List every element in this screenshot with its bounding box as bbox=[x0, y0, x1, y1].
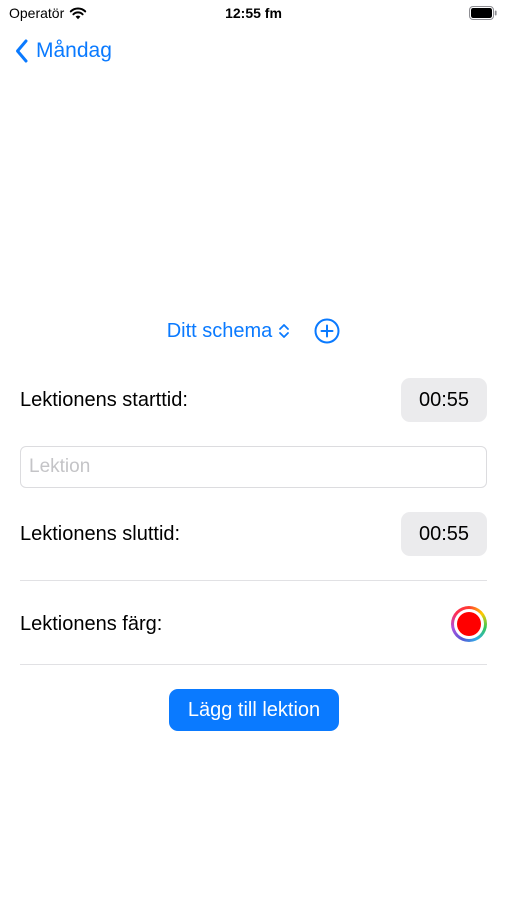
end-time-picker[interactable]: 00:55 bbox=[401, 512, 487, 556]
end-time-label: Lektionens sluttid: bbox=[20, 522, 181, 545]
status-time: 12:55 fm bbox=[225, 5, 282, 21]
color-label: Lektionens färg: bbox=[20, 612, 163, 635]
divider bbox=[20, 664, 487, 665]
color-swatch bbox=[457, 612, 481, 636]
color-row: Lektionens färg: bbox=[20, 604, 487, 644]
schedule-picker-label: Ditt schema bbox=[166, 319, 273, 342]
add-lesson-button[interactable]: Lägg till lektion bbox=[169, 689, 339, 731]
status-bar: Operatör 12:55 fm bbox=[0, 0, 507, 28]
back-button[interactable]: Måndag bbox=[14, 38, 112, 64]
end-time-row: Lektionens sluttid: 00:55 bbox=[20, 512, 487, 556]
battery-icon bbox=[469, 6, 497, 20]
start-time-row: Lektionens starttid: 00:55 bbox=[20, 378, 487, 422]
start-time-label: Lektionens starttid: bbox=[20, 388, 188, 411]
chevron-left-icon bbox=[16, 39, 28, 63]
color-picker[interactable] bbox=[451, 606, 487, 642]
color-picker-ring bbox=[454, 609, 484, 639]
schedule-selector-row: Ditt schema bbox=[0, 318, 507, 344]
divider bbox=[20, 580, 487, 581]
schedule-picker[interactable]: Ditt schema bbox=[167, 320, 291, 343]
back-button-label: Måndag bbox=[36, 39, 112, 62]
lesson-name-input[interactable] bbox=[20, 446, 487, 488]
start-time-picker[interactable]: 00:55 bbox=[401, 378, 487, 422]
add-circle-icon[interactable] bbox=[314, 318, 340, 344]
updown-icon bbox=[279, 324, 290, 338]
